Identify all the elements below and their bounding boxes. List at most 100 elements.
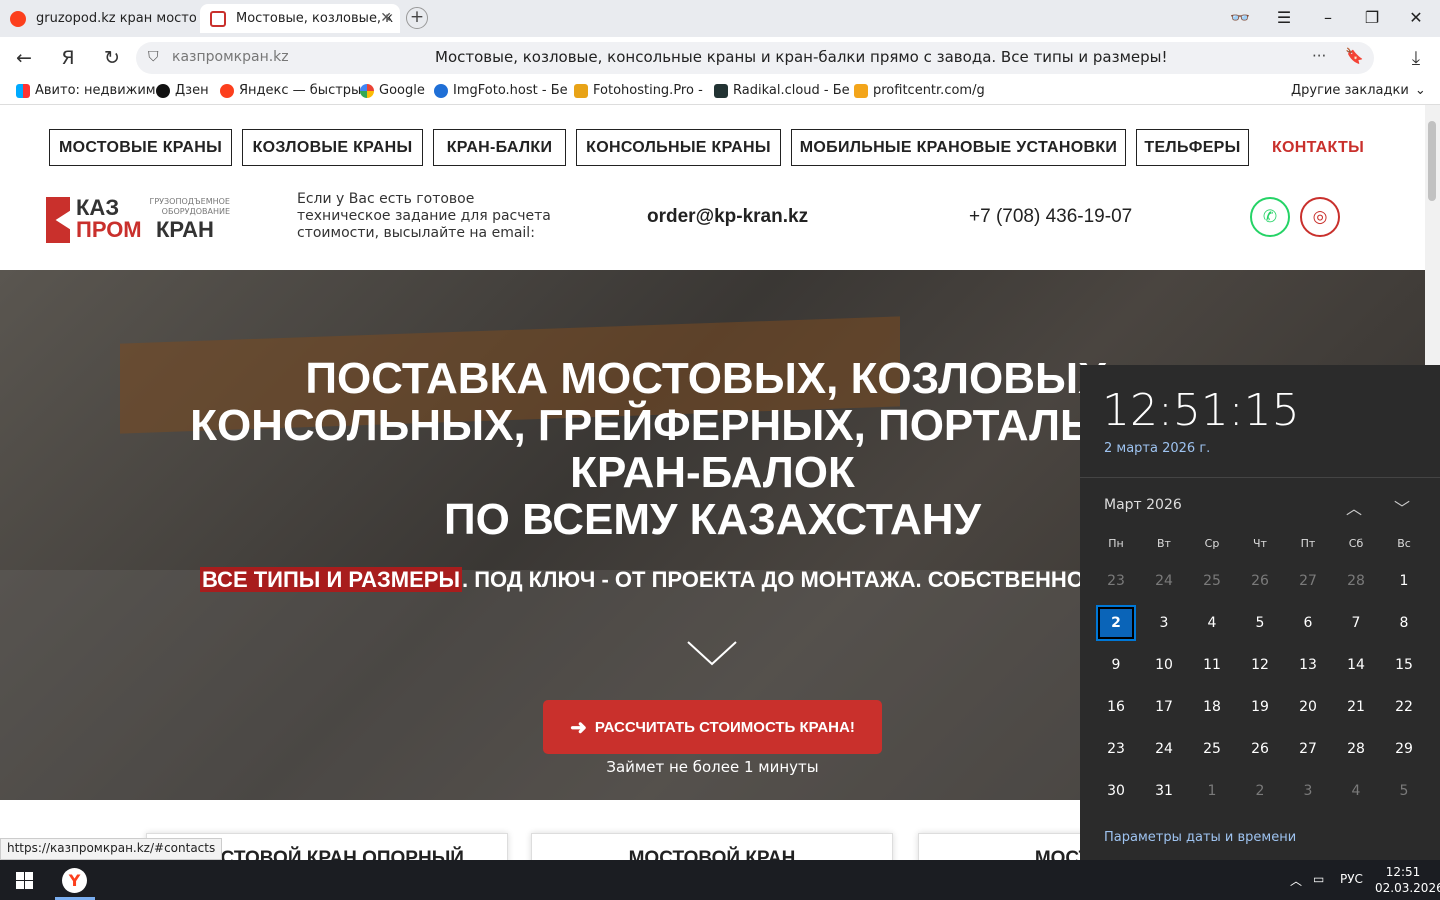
chevron-up-icon[interactable]: ︿ (1290, 872, 1302, 889)
menu-crane-beams[interactable]: КРАН-БАЛКИ (433, 129, 566, 166)
calendar-day[interactable]: 26 (1236, 560, 1284, 602)
chevron-down-icon[interactable]: ﹀ (1394, 495, 1410, 519)
close-window-button[interactable]: ✕ (1404, 8, 1428, 27)
site-logo[interactable]: КАЗ ГРУЗОПОДЪЕМНОЕ ОБОРУДОВАНИЕ ПРОМ КРА… (46, 195, 236, 245)
calendar-day[interactable]: 1 (1380, 560, 1428, 602)
calendar-day[interactable]: 7 (1332, 602, 1380, 644)
calendar-day[interactable]: 24 (1140, 728, 1188, 770)
calendar-day[interactable]: 6 (1284, 602, 1332, 644)
calendar-day[interactable]: 23 (1092, 728, 1140, 770)
calendar-day[interactable]: 11 (1188, 644, 1236, 686)
tab-gruzopod[interactable]: gruzopod.kz кран мостово (0, 4, 196, 33)
other-bookmarks[interactable]: Другие закладки ⌄ (1291, 83, 1426, 98)
bookmark-fotohosting[interactable]: Fotohosting.Pro - (574, 83, 703, 98)
calendar-day[interactable]: 13 (1284, 644, 1332, 686)
tab-title: Мостовые, козловые, к (236, 11, 394, 26)
bookmark-google[interactable]: Google (360, 83, 425, 98)
url-field[interactable]: ⛉ казпромкран.kz Мостовые, козловые, кон… (136, 42, 1374, 74)
product-card[interactable]: МОСТОВОЙ КРАН (531, 833, 893, 860)
weekday-label: Пн (1108, 537, 1124, 550)
calendar-day[interactable]: 18 (1188, 686, 1236, 728)
calendar-day[interactable]: 5 (1236, 602, 1284, 644)
yandex-browser-icon[interactable]: Y (62, 868, 87, 893)
yandex-home-icon[interactable]: Я (56, 47, 80, 69)
menu-hoists[interactable]: ТЕЛЬФЕРЫ (1136, 129, 1249, 166)
calendar-day[interactable]: 25 (1188, 728, 1236, 770)
calendar-day[interactable]: 5 (1380, 770, 1428, 812)
calendar-month[interactable]: Март 2026 (1104, 497, 1182, 513)
back-button[interactable]: ← (12, 47, 36, 69)
calendar-day[interactable]: 24 (1140, 560, 1188, 602)
bookmark-avito[interactable]: Авито: недвижим (16, 83, 156, 98)
chevron-up-icon[interactable]: ︿ (1346, 495, 1362, 519)
menu-icon[interactable]: ☰ (1272, 8, 1296, 27)
bookmark-radikal[interactable]: Radikal.cloud - Бе (714, 83, 850, 98)
calendar-day[interactable]: 26 (1236, 728, 1284, 770)
minimize-button[interactable]: – (1316, 8, 1340, 27)
scroll-down-icon[interactable] (686, 640, 738, 666)
calendar-day[interactable]: 31 (1140, 770, 1188, 812)
date-time-settings-link[interactable]: Параметры даты и времени (1104, 830, 1296, 845)
menu-console-cranes[interactable]: КОНСОЛЬНЫЕ КРАНЫ (576, 129, 781, 166)
taskbar-clock[interactable]: 12:51 02.03.2026 (1375, 864, 1440, 896)
calendar-day[interactable]: 30 (1092, 770, 1140, 812)
weekday-label: Ср (1204, 537, 1220, 550)
menu-gantry-cranes[interactable]: КОЗЛОВЫЕ КРАНЫ (242, 129, 423, 166)
menu-contacts[interactable]: КОНТАКТЫ (1259, 129, 1377, 166)
network-icon[interactable]: ▭ (1313, 872, 1324, 886)
instagram-icon[interactable]: ◎ (1300, 197, 1340, 237)
bookmark-profitcentr[interactable]: profitcentr.com/g (854, 83, 985, 98)
contact-phone[interactable]: +7 (708) 436-19-07 (969, 206, 1132, 228)
menu-bridge-cranes[interactable]: МОСТОВЫЕ КРАНЫ (49, 129, 232, 166)
download-icon[interactable]: ⤓ (1404, 47, 1428, 69)
calendar-day[interactable]: 4 (1188, 602, 1236, 644)
calendar-day[interactable]: 14 (1332, 644, 1380, 686)
weekday-label: Сб (1348, 537, 1364, 550)
calendar-day[interactable]: 23 (1092, 560, 1140, 602)
incognito-icon[interactable]: 👓 (1228, 8, 1252, 27)
calendar-day[interactable]: 28 (1332, 560, 1380, 602)
bookmark-imgfoto[interactable]: ImgFoto.host - Бе (434, 83, 568, 98)
calendar-day[interactable]: 28 (1332, 728, 1380, 770)
close-tab-icon[interactable]: ✕ (380, 10, 392, 26)
url-text[interactable]: казпромкран.kz (172, 49, 289, 65)
calendar-day[interactable]: 8 (1380, 602, 1428, 644)
calendar-day[interactable]: 27 (1284, 728, 1332, 770)
clock-date[interactable]: 2 марта 2026 г. (1104, 441, 1210, 456)
calendar-day[interactable]: 9 (1092, 644, 1140, 686)
shield-icon[interactable]: ⛉ (148, 49, 159, 65)
menu-mobile-cranes[interactable]: МОБИЛЬНЫЕ КРАНОВЫЕ УСТАНОВКИ (791, 129, 1126, 166)
tab-active[interactable]: Мостовые, козловые, к ✕ (200, 4, 400, 33)
calendar-day[interactable]: 2 (1236, 770, 1284, 812)
calendar-day[interactable]: 20 (1284, 686, 1332, 728)
calendar-day-selected[interactable]: 2 (1092, 602, 1140, 644)
logo-mark-icon (46, 197, 70, 243)
restore-button[interactable]: ❐ (1360, 8, 1384, 27)
windows-start-icon[interactable] (16, 872, 33, 889)
calendar-day[interactable]: 16 (1092, 686, 1140, 728)
calendar-day[interactable]: 10 (1140, 644, 1188, 686)
language-indicator[interactable]: РУС (1340, 872, 1363, 886)
more-icon[interactable]: ··· 🔖 (1312, 47, 1364, 65)
whatsapp-icon[interactable]: ✆ (1250, 197, 1290, 237)
bookmark-yandex[interactable]: Яндекс — быстры (220, 83, 361, 98)
calendar-day[interactable]: 25 (1188, 560, 1236, 602)
contact-email[interactable]: order@kp-kran.kz (647, 206, 808, 228)
calendar-day[interactable]: 3 (1284, 770, 1332, 812)
calendar-day[interactable]: 21 (1332, 686, 1380, 728)
new-tab-button[interactable]: + (406, 7, 428, 29)
calendar-day[interactable]: 4 (1332, 770, 1380, 812)
calendar-day[interactable]: 12 (1236, 644, 1284, 686)
calendar-day[interactable]: 15 (1380, 644, 1428, 686)
reload-button[interactable]: ↻ (100, 47, 124, 69)
calendar-day[interactable]: 27 (1284, 560, 1332, 602)
calendar-day[interactable]: 22 (1380, 686, 1428, 728)
dzen-icon (156, 83, 170, 98)
calendar-day[interactable]: 19 (1236, 686, 1284, 728)
calendar-day[interactable]: 3 (1140, 602, 1188, 644)
calendar-day[interactable]: 17 (1140, 686, 1188, 728)
bookmark-dzen[interactable]: Дзен (156, 83, 209, 98)
calendar-day[interactable]: 29 (1380, 728, 1428, 770)
calendar-day[interactable]: 1 (1188, 770, 1236, 812)
calculate-price-button[interactable]: ➜ РАССЧИТАТЬ СТОИМОСТЬ КРАНА! (543, 700, 882, 754)
